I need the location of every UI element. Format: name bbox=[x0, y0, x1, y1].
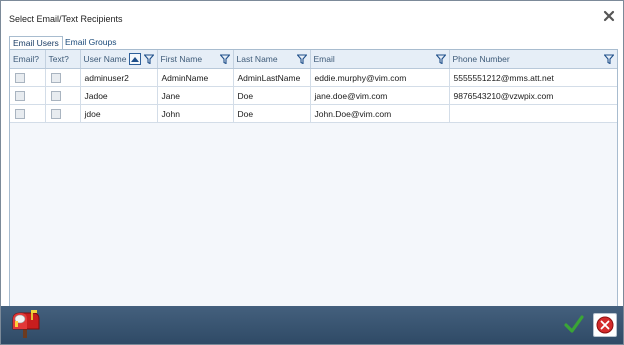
filter-icon[interactable] bbox=[435, 54, 446, 64]
first-name-cell[interactable]: Jane bbox=[157, 86, 234, 105]
text-checkbox[interactable] bbox=[50, 108, 61, 119]
column-header-email[interactable]: Email bbox=[310, 50, 450, 69]
email-checkbox[interactable] bbox=[15, 108, 25, 119]
column-header-phone-number[interactable]: Phone Number bbox=[449, 50, 617, 69]
column-header-user-name[interactable]: User Name bbox=[80, 50, 158, 69]
email-flag-cell bbox=[10, 86, 46, 105]
user-name-cell[interactable]: adminuser2 bbox=[80, 68, 158, 87]
column-header-last-name[interactable]: Last Name bbox=[233, 50, 311, 69]
email-cell[interactable]: jane.doe@vim.com bbox=[310, 86, 450, 105]
column-header-email-flag[interactable]: Email? bbox=[10, 50, 46, 69]
table-row[interactable]: Jadoe Jane Doe jane.doe@vim.com 98765432… bbox=[10, 86, 617, 105]
first-name-cell[interactable]: AdminName bbox=[157, 68, 234, 87]
tab-email-groups[interactable]: Email Groups bbox=[62, 36, 120, 49]
email-checkbox[interactable] bbox=[15, 72, 25, 83]
email-cell[interactable]: John.Doe@vim.com bbox=[310, 104, 450, 123]
header-row: Email? Text? User Name First Name Last N… bbox=[10, 50, 617, 69]
text-checkbox[interactable] bbox=[50, 90, 61, 101]
dialog-window: Select Email/Text Recipients Email Users… bbox=[0, 0, 624, 345]
last-name-cell[interactable]: Doe bbox=[233, 86, 311, 105]
phone-number-cell[interactable] bbox=[449, 104, 617, 123]
phone-number-cell[interactable]: 5555551212@mms.att.net bbox=[449, 68, 617, 87]
dialog-footer bbox=[1, 306, 623, 344]
last-name-cell[interactable]: Doe bbox=[233, 104, 311, 123]
column-header-text-flag[interactable]: Text? bbox=[45, 50, 81, 69]
text-flag-cell bbox=[45, 68, 81, 87]
text-flag-cell bbox=[45, 86, 81, 105]
last-name-cell[interactable]: AdminLastName bbox=[233, 68, 311, 87]
phone-number-cell[interactable]: 9876543210@vzwpix.com bbox=[449, 86, 617, 105]
filter-icon[interactable] bbox=[143, 54, 154, 64]
email-flag-cell bbox=[10, 104, 46, 123]
recipients-grid: Email? Text? User Name First Name Last N… bbox=[9, 49, 618, 307]
dialog-title: Select Email/Text Recipients bbox=[9, 14, 123, 24]
user-name-cell[interactable]: jdoe bbox=[80, 104, 158, 123]
filter-icon[interactable] bbox=[219, 54, 230, 64]
table-row[interactable]: adminuser2 AdminName AdminLastName eddie… bbox=[10, 68, 617, 87]
email-cell[interactable]: eddie.murphy@vim.com bbox=[310, 68, 450, 87]
tab-email-users[interactable]: Email Users bbox=[9, 36, 63, 50]
cancel-button[interactable] bbox=[593, 313, 617, 337]
filter-icon[interactable] bbox=[296, 54, 307, 64]
first-name-cell[interactable]: John bbox=[157, 104, 234, 123]
table-row[interactable]: jdoe John Doe John.Doe@vim.com bbox=[10, 104, 617, 123]
column-header-first-name[interactable]: First Name bbox=[157, 50, 234, 69]
checkmark-icon[interactable] bbox=[564, 313, 584, 335]
user-name-cell[interactable]: Jadoe bbox=[80, 86, 158, 105]
email-flag-cell bbox=[10, 68, 46, 87]
title-bar: Select Email/Text Recipients bbox=[1, 1, 623, 33]
text-checkbox[interactable] bbox=[50, 72, 61, 83]
email-checkbox[interactable] bbox=[15, 90, 25, 101]
recipients-table: Email? Text? User Name First Name Last N… bbox=[10, 50, 617, 123]
cancel-icon bbox=[596, 316, 614, 334]
text-flag-cell bbox=[45, 104, 81, 123]
filter-icon[interactable] bbox=[604, 54, 614, 64]
close-icon[interactable] bbox=[603, 10, 615, 22]
sort-ascending-icon[interactable] bbox=[128, 53, 141, 65]
mailbox-icon bbox=[12, 310, 40, 338]
